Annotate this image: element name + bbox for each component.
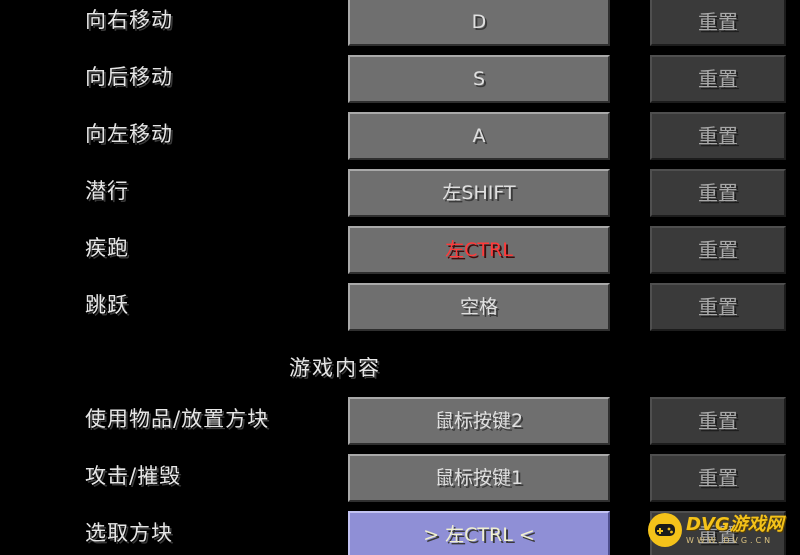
keybind-button-move-right[interactable]: D	[346, 0, 612, 48]
action-label: 潜行	[85, 179, 129, 203]
action-label: 向左移动	[85, 122, 173, 146]
reset-button-sneak[interactable]: 重置	[650, 169, 786, 217]
keybind-button-sneak[interactable]: 左SHIFT	[346, 167, 612, 219]
control-row-use-item: 使用物品/放置方块 鼠标按键2 重置	[0, 395, 800, 449]
action-label: 选取方块	[85, 521, 173, 545]
keybind-button-pick-block[interactable]: > 左CTRL <	[346, 509, 612, 555]
control-row-sneak: 潜行 左SHIFT 重置	[0, 167, 800, 221]
reset-button-move-right[interactable]: 重置	[650, 0, 786, 46]
reset-button-attack[interactable]: 重置	[650, 454, 786, 502]
action-label: 向右移动	[85, 8, 173, 32]
action-label: 跳跃	[85, 293, 129, 317]
reset-button-jump[interactable]: 重置	[650, 283, 786, 331]
reset-button-use-item[interactable]: 重置	[650, 397, 786, 445]
controls-screen: 向右移动 D 重置 向后移动 S 重置 向左移动 A 重置 潜行 左SHIFT …	[0, 0, 800, 555]
keybind-button-use-item[interactable]: 鼠标按键2	[346, 395, 612, 447]
reset-button-move-back[interactable]: 重置	[650, 55, 786, 103]
watermark-url: WWW.DVG.CN	[686, 535, 774, 545]
keybind-button-jump[interactable]: 空格	[346, 281, 612, 333]
watermark-brand: DVG游戏网	[686, 513, 784, 535]
keybind-button-move-back[interactable]: S	[346, 53, 612, 105]
action-label: 使用物品/放置方块	[85, 407, 270, 431]
keybind-button-sprint[interactable]: 左CTRL	[346, 224, 612, 276]
action-label: 向后移动	[85, 65, 173, 89]
site-watermark: DVG游戏网 WWW.DVG.CN	[648, 511, 794, 549]
action-label: 疾跑	[85, 236, 129, 260]
control-row-move-left: 向左移动 A 重置	[0, 110, 800, 164]
gamepad-icon	[648, 513, 682, 547]
control-row-jump: 跳跃 空格 重置	[0, 281, 800, 335]
control-row-move-back: 向后移动 S 重置	[0, 53, 800, 107]
reset-button-move-left[interactable]: 重置	[650, 112, 786, 160]
keybind-button-attack[interactable]: 鼠标按键1	[346, 452, 612, 504]
control-row-sprint: 疾跑 左CTRL 重置	[0, 224, 800, 278]
section-title-gameplay: 游戏内容	[289, 356, 381, 380]
action-label: 攻击/摧毁	[85, 464, 182, 488]
reset-button-sprint[interactable]: 重置	[650, 226, 786, 274]
control-row-attack: 攻击/摧毁 鼠标按键1 重置	[0, 452, 800, 506]
keybind-button-move-left[interactable]: A	[346, 110, 612, 162]
control-row-move-right: 向右移动 D 重置	[0, 0, 800, 50]
